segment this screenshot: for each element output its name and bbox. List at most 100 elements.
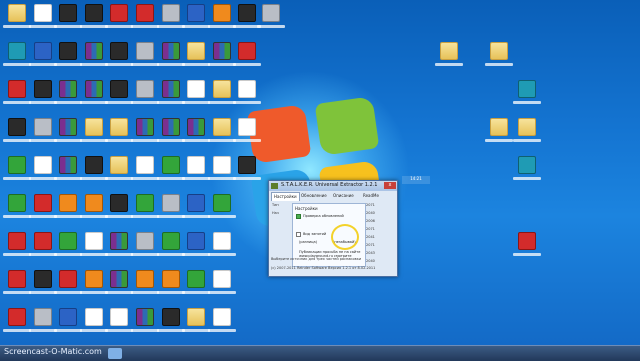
desktop-icon-dark[interactable]: [84, 156, 103, 174]
desktop-icon-green[interactable]: [187, 270, 206, 288]
desktop-icon-doc[interactable]: [238, 80, 257, 98]
desktop-icon-dark[interactable]: [33, 80, 52, 98]
desktop-icon-rar[interactable]: [136, 308, 154, 326]
desktop-icon-dark[interactable]: [110, 194, 129, 212]
desktop-icon-doc[interactable]: [84, 232, 103, 250]
desktop-icon-grey[interactable]: [161, 4, 180, 22]
desktop-icon-folder[interactable]: [84, 118, 103, 136]
desktop-icon-doc[interactable]: [33, 156, 52, 174]
desktop-icon-blue[interactable]: [187, 232, 206, 250]
desktop-icon-rar[interactable]: [59, 156, 78, 174]
desktop-icon-red[interactable]: [136, 4, 154, 22]
desktop-icon-green[interactable]: [59, 232, 78, 250]
desktop-icon-red[interactable]: [33, 194, 52, 212]
desktop-icon-rar[interactable]: [136, 118, 154, 136]
desktop-icon-folder[interactable]: [490, 42, 508, 60]
dialog-titlebar[interactable]: S.T.A.L.K.E.R. Universal Extractor 1.2.1…: [269, 181, 397, 191]
desktop-icon-red[interactable]: [8, 80, 26, 98]
desktop-icon-doc[interactable]: [212, 156, 231, 174]
desktop-icon-doc[interactable]: [238, 118, 257, 136]
desktop-icon-folder[interactable]: [518, 118, 536, 136]
desktop-icon-green[interactable]: [8, 194, 26, 212]
desktop-icon-doc[interactable]: [212, 308, 231, 326]
desktop-icon-rar[interactable]: [187, 118, 206, 136]
desktop-icon-orange[interactable]: [161, 270, 180, 288]
desktop-icon-teal[interactable]: [518, 156, 536, 174]
desktop-icon-blue[interactable]: [33, 42, 52, 60]
desktop-icon-blue[interactable]: [187, 194, 206, 212]
desktop-icon-grey[interactable]: [262, 4, 280, 22]
tab-settings[interactable]: Настройки: [271, 192, 300, 201]
desktop-icon-teal[interactable]: [8, 42, 26, 60]
desktop-icon-rar[interactable]: [161, 80, 180, 98]
desktop-icon-red[interactable]: [59, 270, 78, 288]
desktop-icon-orange[interactable]: [84, 270, 103, 288]
desktop-icon-green[interactable]: [136, 194, 154, 212]
desktop-icon-rar[interactable]: [59, 118, 78, 136]
desktop-icon-rar[interactable]: [161, 42, 180, 60]
desktop-icon-blue[interactable]: [59, 308, 78, 326]
desktop-icon-dark[interactable]: [161, 308, 180, 326]
mode-checkbox[interactable]: [296, 232, 301, 237]
desktop-icon-blue[interactable]: [187, 4, 206, 22]
desktop-icon-doc[interactable]: [212, 232, 231, 250]
desktop-icon-folder[interactable]: [212, 118, 231, 136]
desktop-icon-orange[interactable]: [136, 270, 154, 288]
desktop-icon-doc[interactable]: [33, 4, 52, 22]
desktop-icon-dark[interactable]: [110, 80, 129, 98]
gadget-clock[interactable]: 14:21: [402, 176, 430, 184]
desktop-icon-folder[interactable]: [8, 4, 26, 22]
desktop-icon-grey[interactable]: [136, 232, 154, 250]
desktop-icon-dark[interactable]: [110, 42, 129, 60]
desktop-icon-folder[interactable]: [212, 80, 231, 98]
desktop-icon-dark[interactable]: [238, 4, 257, 22]
taskbar-app[interactable]: [108, 348, 122, 359]
desktop-icon-doc[interactable]: [212, 270, 231, 288]
desktop-icon-dark[interactable]: [59, 4, 78, 22]
desktop-icon-grey[interactable]: [33, 308, 52, 326]
close-button[interactable]: x: [384, 182, 396, 189]
desktop-icon-doc[interactable]: [84, 308, 103, 326]
desktop-icon-orange[interactable]: [212, 4, 231, 22]
desktop-icon-folder[interactable]: [440, 42, 458, 60]
desktop-icon-red[interactable]: [8, 308, 26, 326]
desktop-icon-green[interactable]: [161, 156, 180, 174]
desktop-icon-red[interactable]: [110, 4, 129, 22]
tab-readme[interactable]: ReadMe: [361, 192, 381, 200]
desktop-icon-grey[interactable]: [161, 194, 180, 212]
desktop-icon-dark[interactable]: [238, 156, 257, 174]
desktop-icon-grey[interactable]: [33, 118, 52, 136]
desktop-icon-red[interactable]: [33, 232, 52, 250]
desktop-icon-red[interactable]: [518, 232, 536, 250]
desktop-icon-doc[interactable]: [136, 156, 154, 174]
option-a[interactable]: (разница): [299, 240, 317, 244]
desktop-icon-rar[interactable]: [110, 232, 129, 250]
desktop-icon-orange[interactable]: [84, 194, 103, 212]
desktop-icon-folder[interactable]: [187, 42, 206, 60]
desktop-icon-red[interactable]: [8, 270, 26, 288]
tab-update[interactable]: Обновление: [299, 192, 329, 200]
tab-description[interactable]: Описание: [331, 192, 356, 200]
desktop-icon-folder[interactable]: [110, 118, 129, 136]
desktop-icon-dark[interactable]: [59, 42, 78, 60]
desktop-icon-rar[interactable]: [59, 80, 78, 98]
desktop-icon-orange[interactable]: [59, 194, 78, 212]
desktop-icon-folder[interactable]: [110, 156, 129, 174]
desktop-icon-grey[interactable]: [136, 80, 154, 98]
desktop-icon-rar[interactable]: [110, 270, 129, 288]
desktop-icon-doc[interactable]: [110, 308, 129, 326]
desktop-icon-folder[interactable]: [187, 308, 206, 326]
desktop-icon-red[interactable]: [8, 232, 26, 250]
desktop-icon-red[interactable]: [238, 42, 257, 60]
desktop-icon-doc[interactable]: [187, 80, 206, 98]
desktop-icon-dark[interactable]: [33, 270, 52, 288]
desktop-icon-rar[interactable]: [161, 118, 180, 136]
desktop-icon-dark[interactable]: [84, 4, 103, 22]
desktop-icon-teal[interactable]: [518, 80, 536, 98]
desktop-icon-rar[interactable]: [212, 42, 231, 60]
update-checkbox[interactable]: [296, 214, 301, 219]
desktop-icon-rar[interactable]: [84, 80, 103, 98]
desktop-icon-grey[interactable]: [136, 42, 154, 60]
desktop-icon-green[interactable]: [161, 232, 180, 250]
desktop-icon-dark[interactable]: [8, 118, 26, 136]
